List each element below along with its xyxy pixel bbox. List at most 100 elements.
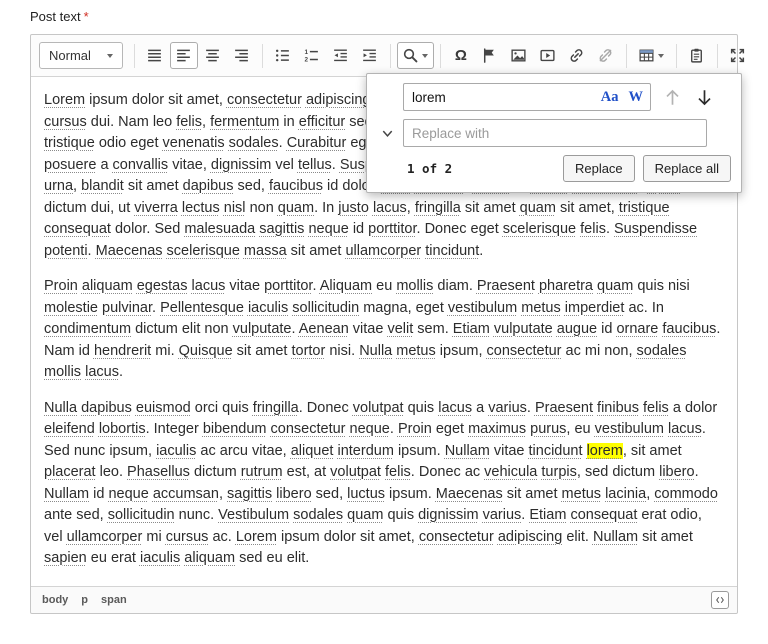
indent-button[interactable]: [356, 42, 384, 69]
paragraph-format-value: Normal: [49, 48, 91, 63]
paragraph-format-dropdown[interactable]: Normal: [39, 42, 123, 69]
required-marker: *: [84, 9, 89, 24]
outdent-button[interactable]: [327, 42, 355, 69]
misspelled-word: urna: [44, 178, 73, 194]
path-item-span[interactable]: span: [101, 594, 127, 606]
omega-icon: Ω: [455, 48, 467, 63]
find-next-button[interactable]: [694, 87, 715, 108]
find-previous-button[interactable]: [662, 87, 683, 108]
options-chevron-button[interactable]: [380, 126, 395, 141]
align-center-icon: [204, 47, 221, 64]
misspelled-word: scelerisque: [503, 221, 576, 237]
misspelled-word: libero: [659, 464, 694, 480]
misspelled-word: Maecenas: [96, 243, 163, 259]
misspelled-word: Etiam: [529, 507, 566, 523]
misspelled-word: ullamcorper: [67, 529, 143, 545]
bulleted-list-button[interactable]: [269, 42, 297, 69]
misspelled-word: tincidunt: [529, 443, 583, 459]
numbered-list-icon: 12: [303, 47, 320, 64]
misspelled-word: sagittis: [227, 486, 272, 502]
misspelled-word: commodo: [654, 486, 718, 502]
misspelled-word: volutpat: [353, 400, 404, 416]
insert-table-button[interactable]: [633, 42, 670, 69]
unlink-button[interactable]: [592, 42, 620, 69]
field-label: Post text*: [30, 9, 738, 24]
unlink-icon: [597, 47, 614, 64]
misspelled-word: vestibulum: [595, 421, 664, 437]
align-left-button[interactable]: [170, 42, 198, 69]
replace-row: [377, 119, 731, 147]
insert-template-button[interactable]: [683, 42, 711, 69]
insert-image-button[interactable]: [505, 42, 533, 69]
whole-word-button[interactable]: W: [629, 90, 644, 105]
misspelled-word: consectetur: [227, 92, 302, 108]
misspelled-word: Praesent: [535, 400, 593, 416]
misspelled-word: iaculis: [140, 550, 180, 566]
align-center-button[interactable]: [199, 42, 227, 69]
misspelled-word: adipiscing: [498, 529, 563, 545]
misspelled-word: tristique: [619, 200, 670, 216]
replace-input[interactable]: [403, 119, 707, 147]
misspelled-word: dignissim: [211, 157, 271, 173]
misspelled-word: rutrum: [241, 464, 283, 480]
image-icon: [510, 47, 527, 64]
misspelled-word: sodales: [229, 135, 279, 151]
misspelled-word: dapibus: [183, 178, 234, 194]
arrow-up-icon: [662, 87, 683, 108]
misspelled-word: imperdiet: [565, 300, 625, 316]
align-right-button[interactable]: [228, 42, 256, 69]
misspelled-word: Quisque: [179, 343, 233, 359]
misspelled-word: lobortis: [99, 421, 146, 437]
misspelled-word: Proin: [44, 278, 78, 294]
misspelled-word: Pellentesque: [160, 300, 244, 316]
misspelled-word: varius: [488, 400, 527, 416]
link-button[interactable]: [563, 42, 591, 69]
flag-icon: [481, 47, 498, 64]
misspelled-word: pharetra: [539, 278, 593, 294]
match-case-button[interactable]: Aa: [601, 90, 619, 105]
find-footer-row: 1 of 2 Replace Replace all: [377, 155, 731, 182]
misspelled-word: adipiscing: [306, 92, 371, 108]
svg-text:1: 1: [305, 49, 309, 56]
misspelled-word: quam: [597, 278, 633, 294]
misspelled-word: consectetur: [419, 529, 494, 545]
maximize-button[interactable]: [724, 42, 752, 69]
misspelled-word: consectetur: [487, 343, 562, 359]
misspelled-word: maximus: [468, 421, 526, 437]
svg-text:2: 2: [305, 57, 309, 64]
misspelled-word: Nullam: [44, 486, 89, 502]
misspelled-word: metus: [562, 486, 602, 502]
misspelled-word: sagittis: [259, 221, 304, 237]
editor-toolbar: Normal 12: [31, 35, 737, 77]
misspelled-word: fringilla: [253, 400, 299, 416]
flag-button[interactable]: [476, 42, 504, 69]
numbered-list-button[interactable]: 12: [298, 42, 326, 69]
misspelled-word: quam: [278, 200, 314, 216]
align-justify-icon: [146, 47, 163, 64]
misspelled-word: Nullam: [445, 443, 490, 459]
misspelled-word: finibus: [597, 400, 639, 416]
find-replace-button[interactable]: [397, 42, 434, 69]
misspelled-word: fringilla: [415, 200, 461, 216]
misspelled-word: lectus: [182, 200, 220, 216]
replace-row-lead: [377, 126, 397, 141]
misspelled-word: tortor: [291, 343, 325, 359]
path-item-p[interactable]: p: [81, 594, 88, 606]
misspelled-word: tincidunt: [425, 243, 479, 259]
align-left-icon: [175, 47, 192, 64]
special-character-button[interactable]: Ω: [447, 42, 475, 69]
misspelled-word: fermentum: [210, 114, 279, 130]
misspelled-word: molestie: [44, 300, 98, 316]
insert-media-button[interactable]: [534, 42, 562, 69]
align-justify-button[interactable]: [141, 42, 169, 69]
misspelled-word: iaculis: [248, 300, 288, 316]
chevron-down-icon: [380, 126, 395, 141]
source-element-button[interactable]: [711, 591, 729, 609]
misspelled-word: egestas: [137, 278, 188, 294]
misspelled-word: venenatis: [163, 135, 225, 151]
path-item-body[interactable]: body: [42, 594, 68, 606]
misspelled-word: tellus: [298, 157, 332, 173]
misspelled-word: tristique: [44, 135, 95, 151]
replace-button[interactable]: Replace: [563, 155, 635, 182]
replace-all-button[interactable]: Replace all: [643, 155, 731, 182]
